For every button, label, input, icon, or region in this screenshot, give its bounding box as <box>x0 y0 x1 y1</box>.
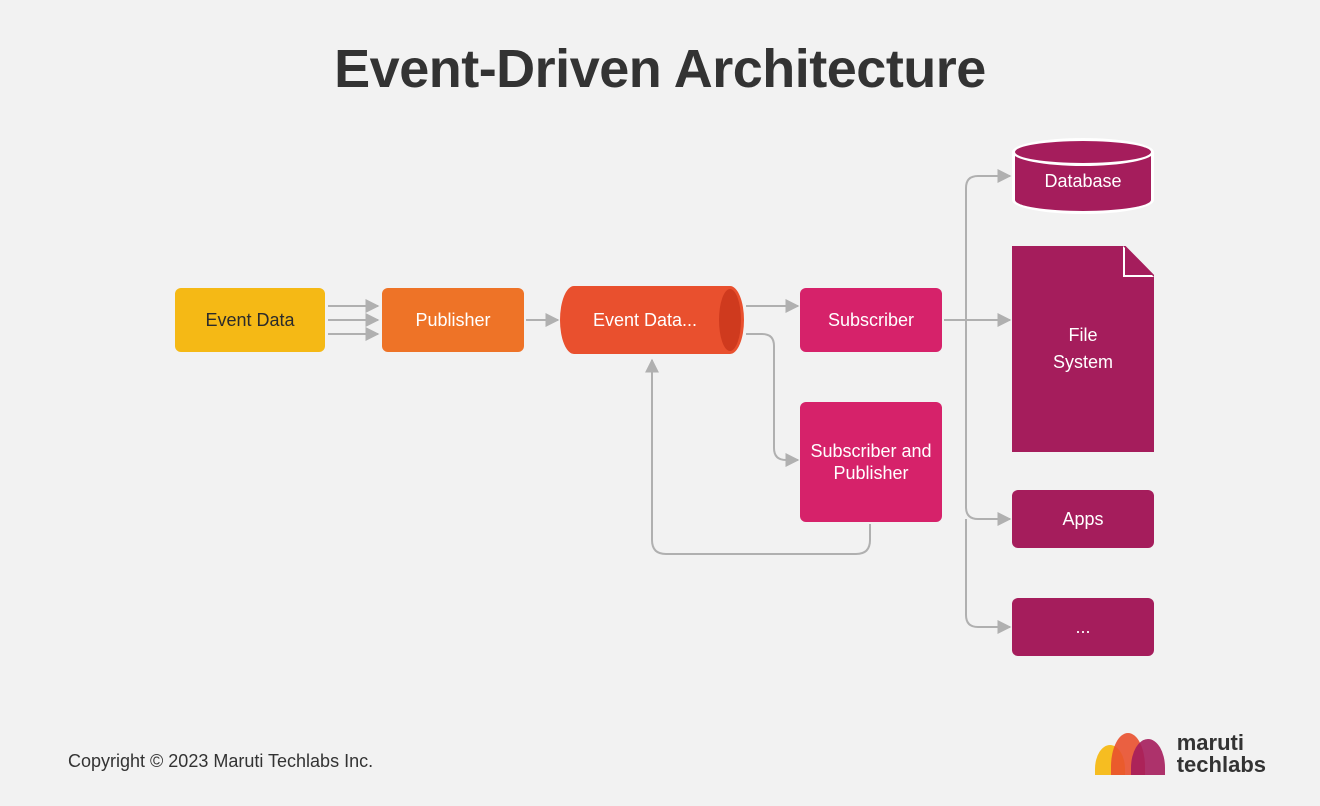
event-bus-label: Event Data... <box>560 286 730 354</box>
copyright-text: Copyright © 2023 Maruti Techlabs Inc. <box>68 751 373 772</box>
database-label: Database <box>1012 138 1154 214</box>
logo-line-1: maruti <box>1177 732 1266 754</box>
node-apps: Apps <box>1012 490 1154 548</box>
logo-text: maruti techlabs <box>1177 732 1266 776</box>
node-event-data: Event Data <box>175 288 325 352</box>
brand-logo: maruti techlabs <box>1095 732 1266 776</box>
logo-mark-icon <box>1095 733 1167 775</box>
diagram-title: Event-Driven Architecture <box>0 38 1320 100</box>
node-subscriber: Subscriber <box>800 288 942 352</box>
node-publisher: Publisher <box>382 288 524 352</box>
file-system-label: FileSystem <box>1012 246 1154 452</box>
logo-line-2: techlabs <box>1177 754 1266 776</box>
node-database: Database <box>1012 138 1154 214</box>
node-event-bus: Event Data... <box>560 286 744 354</box>
node-subscriber-publisher: Subscriber and Publisher <box>800 402 942 522</box>
node-ellipsis: ... <box>1012 598 1154 656</box>
node-file-system: FileSystem <box>1012 246 1154 452</box>
